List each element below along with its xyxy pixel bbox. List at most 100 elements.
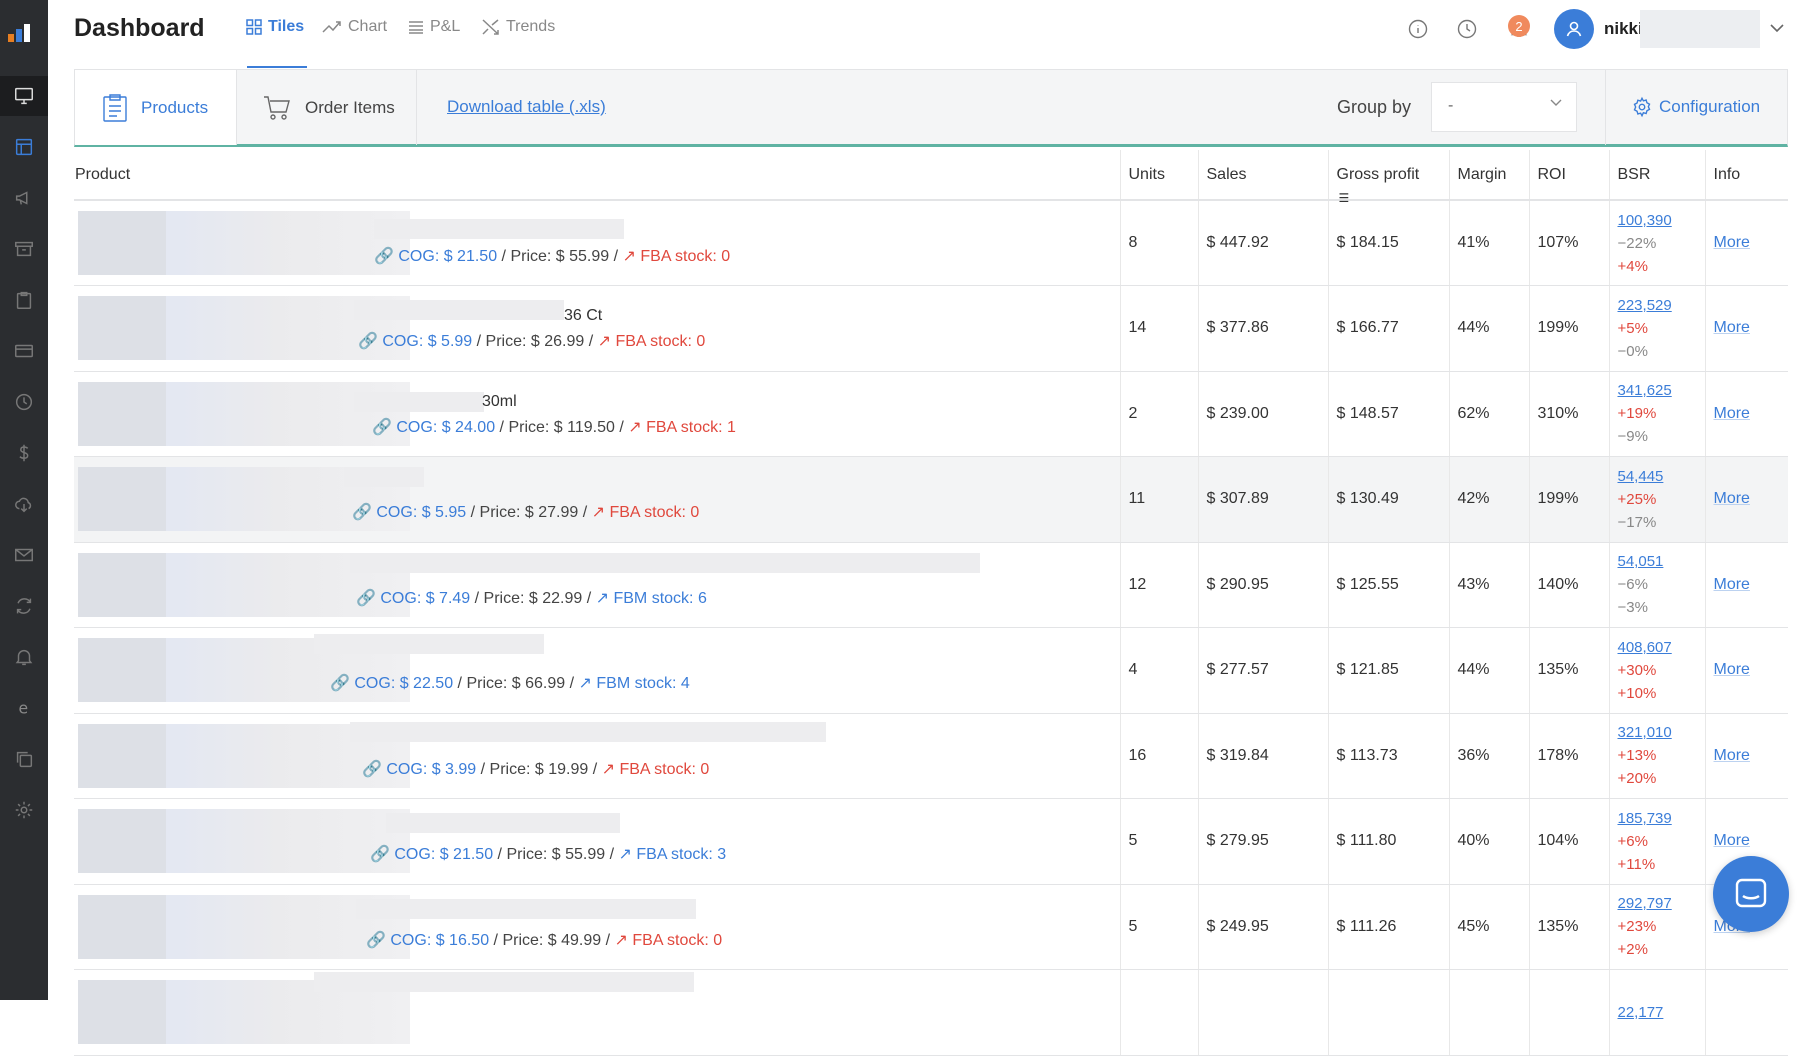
product-image[interactable] [78, 211, 410, 275]
cloud-download-icon[interactable] [0, 484, 48, 524]
stock-value: FBM stock: 4 [596, 675, 690, 692]
roi-cell: 199% [1529, 456, 1610, 543]
table-row[interactable]: 30ml 🔗 COG: $ 24.00 / Price: $ 119.50 / ↗… [74, 371, 1788, 457]
logo-icon[interactable] [6, 16, 42, 46]
tab-order-items[interactable]: Order Items [237, 70, 417, 145]
cog-value[interactable]: COG: $ 5.95 [376, 504, 466, 521]
bsr-rank-link[interactable]: 321,010 [1618, 721, 1705, 744]
list-icon [409, 21, 423, 34]
archive-icon[interactable] [0, 229, 48, 269]
table-row[interactable]: 36 Ct 🔗 COG: $ 5.99 / Price: $ 26.99 / ↗ … [74, 285, 1788, 372]
more-link[interactable]: More [1714, 490, 1750, 507]
gear-icon[interactable] [0, 790, 48, 830]
bsr-cell: 321,010 +13% +20% [1609, 713, 1706, 799]
product-image[interactable] [78, 809, 410, 873]
table-row[interactable]: 🔗 COG: $ 21.50 / Price: $ 55.99 / ↗ FBA … [74, 798, 1788, 885]
cog-value[interactable]: COG: $ 16.50 [390, 932, 489, 949]
product-cell: 🔗 COG: $ 16.50 / Price: $ 49.99 / ↗ FBA … [74, 884, 1121, 970]
tab-products[interactable]: Products [75, 70, 237, 145]
download-table-link[interactable]: Download table (.xls) [447, 97, 606, 117]
copy-icon[interactable] [0, 739, 48, 779]
table-row[interactable]: 🔗 COG: $ 22.50 / Price: $ 66.99 / ↗ FBM … [74, 627, 1788, 714]
clock-icon[interactable] [0, 382, 48, 422]
clipboard-icon[interactable] [0, 280, 48, 320]
cog-value[interactable]: COG: $ 24.00 [396, 419, 495, 436]
cog-value[interactable]: COG: $ 21.50 [398, 248, 497, 265]
more-link[interactable]: More [1714, 576, 1750, 593]
history-icon[interactable] [1454, 16, 1480, 42]
dollar-icon[interactable] [0, 433, 48, 473]
bell-icon[interactable] [0, 637, 48, 677]
group-by-select[interactable]: - [1431, 82, 1577, 132]
refresh-icon[interactable] [0, 586, 48, 626]
units-cell: 14 [1120, 285, 1199, 372]
cog-value[interactable]: COG: $ 5.99 [382, 333, 472, 350]
link-icon: 🔗 [372, 418, 392, 436]
bsr-change-2: −17% [1617, 513, 1657, 531]
mail-icon[interactable] [0, 535, 48, 575]
bsr-rank-link[interactable]: 223,529 [1618, 294, 1705, 317]
link-icon: 🔗 [366, 931, 386, 949]
table-row[interactable]: 🔗 COG: $ 7.49 / Price: $ 22.99 / ↗ FBM s… [74, 542, 1788, 628]
bsr-rank-link[interactable]: 100,390 [1618, 209, 1705, 232]
tab-chart[interactable]: Chart [322, 18, 387, 36]
bsr-rank-link[interactable]: 22,177 [1618, 1001, 1705, 1024]
bsr-rank-link[interactable]: 292,797 [1618, 892, 1705, 915]
cog-value[interactable]: COG: $ 3.99 [386, 761, 476, 778]
table-row[interactable]: 🔗 COG: $ 21.50 / Price: $ 55.99 / ↗ FBA … [74, 200, 1788, 286]
bsr-rank-link[interactable]: 185,739 [1618, 807, 1705, 830]
info-cell: More [1705, 542, 1788, 628]
group-by-value: - [1448, 97, 1454, 114]
more-link[interactable]: More [1714, 747, 1750, 764]
chevron-down-icon[interactable] [1770, 20, 1784, 38]
cog-value[interactable]: COG: $ 7.49 [380, 590, 470, 607]
tab-tiles[interactable]: Tiles [246, 18, 304, 36]
column-header-sales[interactable]: Sales [1198, 150, 1329, 201]
more-link[interactable]: More [1714, 234, 1750, 251]
table-row[interactable]: 22,177 [74, 969, 1788, 1056]
cog-value[interactable]: COG: $ 22.50 [354, 675, 453, 692]
sales-cell: $ 447.92 [1198, 200, 1329, 286]
megaphone-icon[interactable] [0, 178, 48, 218]
column-header-units[interactable]: Units [1120, 150, 1199, 201]
e-icon[interactable]: e [0, 688, 48, 728]
tab-pl[interactable]: P&L [408, 18, 460, 36]
column-header-gross-profit[interactable]: Gross profit ☰ [1328, 150, 1450, 205]
more-link[interactable]: More [1714, 661, 1750, 678]
layout-icon[interactable] [0, 127, 48, 167]
products-table: Product Units Sales Gross profit ☰ Margin… [74, 150, 1788, 1056]
avatar[interactable] [1554, 9, 1594, 49]
tab-trends[interactable]: Trends [482, 18, 555, 36]
bsr-rank-link[interactable]: 54,445 [1618, 465, 1705, 488]
cog-value[interactable]: COG: $ 21.50 [394, 846, 493, 863]
column-header-bsr[interactable]: BSR [1609, 150, 1706, 201]
more-link[interactable]: More [1714, 319, 1750, 336]
product-title-redacted [374, 219, 624, 239]
card-icon[interactable] [0, 331, 48, 371]
monitor-icon[interactable] [0, 76, 48, 116]
column-header-product[interactable]: Product [74, 150, 1121, 201]
column-header-roi[interactable]: ROI [1529, 150, 1610, 201]
bsr-rank-link[interactable]: 408,607 [1618, 636, 1705, 659]
product-meta: 🔗 COG: $ 21.50 / Price: $ 55.99 / ↗ FBA … [374, 246, 730, 266]
user-name[interactable]: nikki [1604, 19, 1643, 39]
table-row[interactable]: 🔗 COG: $ 16.50 / Price: $ 49.99 / ↗ FBA … [74, 884, 1788, 970]
bsr-rank-link[interactable]: 54,051 [1618, 550, 1705, 573]
column-header-info[interactable]: Info [1705, 150, 1788, 201]
configuration-button[interactable]: Configuration [1631, 96, 1760, 118]
product-meta: 🔗 COG: $ 7.49 / Price: $ 22.99 / ↗ FBM s… [356, 588, 707, 608]
info-icon[interactable] [1405, 16, 1431, 42]
stock-value: FBM stock: 6 [613, 589, 707, 607]
product-name-suffix[interactable]: 36 Ct [564, 307, 602, 325]
product-name-suffix[interactable]: 30ml [482, 393, 517, 411]
column-header-margin[interactable]: Margin [1449, 150, 1530, 201]
chat-launcher-button[interactable] [1713, 856, 1789, 932]
bsr-change-1: +19% [1617, 405, 1657, 423]
bsr-change-2: −9% [1617, 428, 1648, 446]
table-row[interactable]: 🔗 COG: $ 5.95 / Price: $ 27.99 / ↗ FBA s… [74, 456, 1788, 543]
more-link[interactable]: More [1714, 832, 1750, 849]
table-row[interactable]: 🔗 COG: $ 3.99 / Price: $ 19.99 / ↗ FBA s… [74, 713, 1788, 799]
link-icon: 🔗 [358, 333, 378, 350]
bsr-rank-link[interactable]: 341,625 [1618, 379, 1705, 402]
more-link[interactable]: More [1714, 405, 1750, 422]
